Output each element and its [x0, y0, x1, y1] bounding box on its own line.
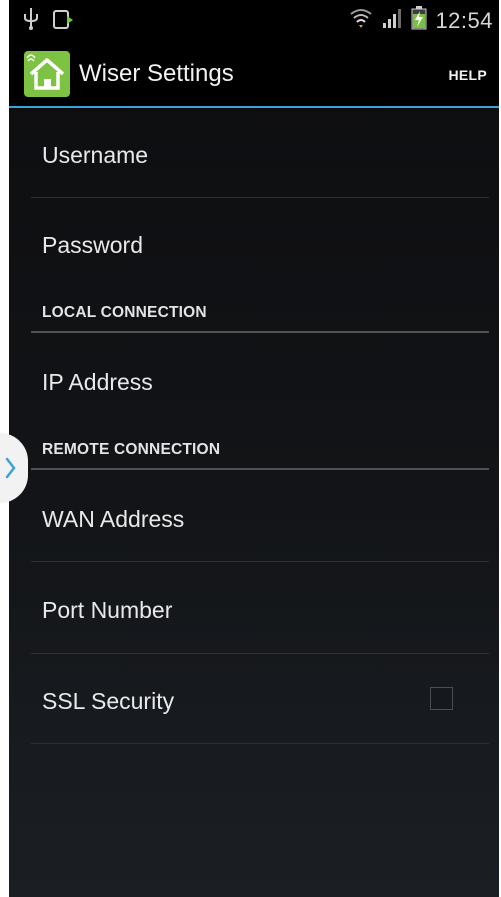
remote-connection-header: REMOTE CONNECTION	[42, 441, 221, 458]
clock-time: 12:54	[435, 7, 493, 33]
page-title: Wiser Settings	[79, 60, 234, 87]
chevron-right-icon	[4, 456, 18, 485]
divider	[31, 561, 489, 562]
local-connection-header: LOCAL CONNECTION	[42, 304, 207, 321]
ssl-security-setting[interactable]: SSL Security	[42, 688, 174, 715]
divider	[31, 653, 489, 654]
section-divider	[31, 331, 489, 333]
section-divider	[31, 468, 489, 470]
help-button[interactable]: HELP	[448, 67, 487, 83]
battery-charging-icon	[411, 6, 427, 35]
username-setting[interactable]: Username	[42, 142, 148, 169]
divider	[31, 197, 489, 198]
wan-address-setting[interactable]: WAN Address	[42, 506, 184, 533]
port-number-setting[interactable]: Port Number	[42, 597, 172, 624]
password-setting[interactable]: Password	[42, 232, 143, 259]
action-bar: Wiser Settings HELP	[9, 40, 499, 108]
ip-address-setting[interactable]: IP Address	[42, 369, 153, 396]
wifi-icon	[349, 6, 373, 35]
usb-icon	[23, 8, 39, 35]
download-notification-icon	[53, 8, 75, 35]
ssl-security-checkbox[interactable]	[430, 687, 453, 710]
wiser-home-icon[interactable]	[24, 51, 70, 97]
signal-icon	[381, 7, 403, 34]
divider	[31, 743, 489, 744]
status-bar: 12:54	[9, 0, 499, 40]
settings-screen: 12:54 Wiser Settings HELP Username Passw…	[9, 0, 499, 897]
